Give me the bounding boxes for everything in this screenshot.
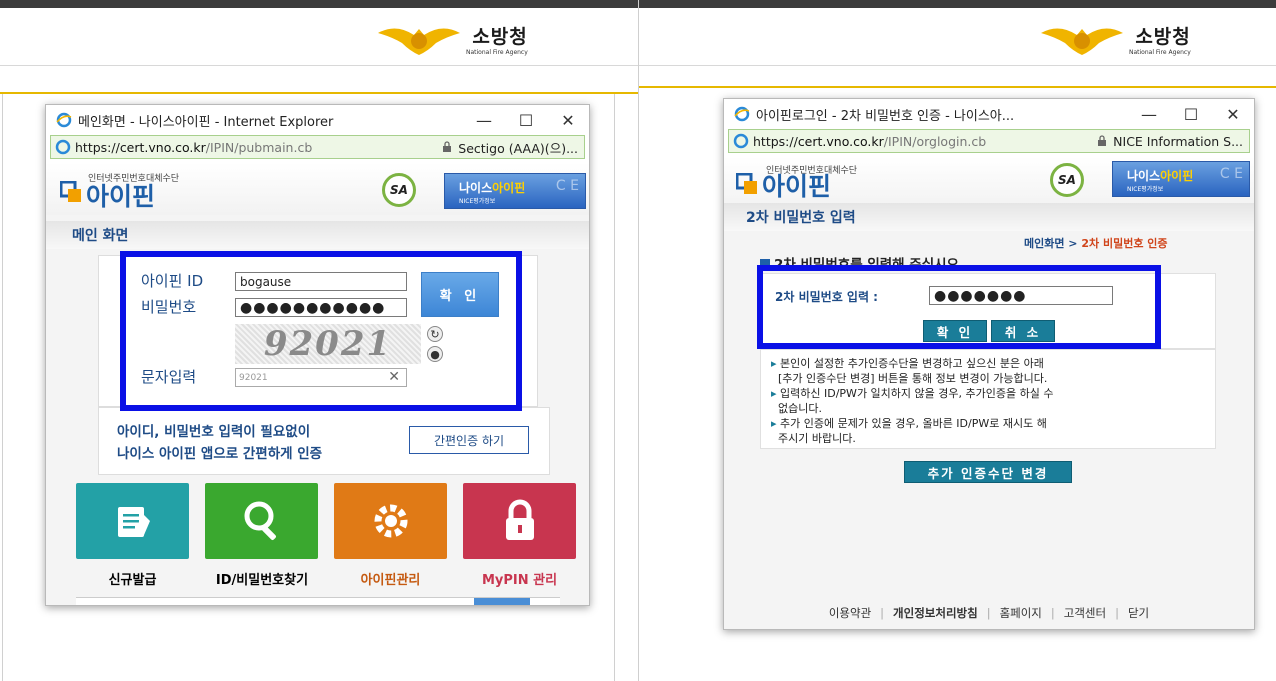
agency-logo: 소방청 National Fire Agency	[1039, 16, 1191, 62]
ipin-header: 인터넷주민번호대체수단 아이핀 SA 나이스아이핀 NICE평가정보 C E	[46, 163, 589, 215]
window-titlebar: 메인화면 - 나이스아이핀 - Internet Explorer — ☐ ✕	[46, 105, 589, 135]
footer-homepage[interactable]: 홈페이지	[991, 605, 1051, 621]
close-icon[interactable]: ✕	[1212, 105, 1254, 124]
padlock-icon	[443, 141, 452, 152]
page-border-right	[614, 94, 615, 681]
certificate-label: NICE Information S...	[1113, 133, 1243, 149]
notice-card: ▸ 본인이 설정한 추가인증수단을 변경하고 싶으신 분은 아래 [추가 인증수…	[760, 349, 1216, 449]
agency-name: 소방청	[1135, 26, 1191, 48]
nice-ipin-banner: 나이스아이핀 NICE평가정보 C E	[444, 173, 586, 209]
url-text: https://cert.vno.co.kr/IPIN/orglogin.cb	[753, 133, 987, 149]
sub-header-bar	[0, 66, 638, 94]
tile-new-issue[interactable]	[76, 483, 189, 559]
footer-terms[interactable]: 이용약관	[820, 605, 880, 621]
section-title: 2차 비밀번호 입력	[724, 203, 1254, 231]
simple-auth-promo: 아이디, 비밀번호 입력이 필요없이 나이스 아이핀 앱으로 간편하게 인증 간…	[98, 407, 550, 475]
highlight-box	[757, 265, 1161, 349]
tile-id-password-find[interactable]	[205, 483, 318, 559]
footer-links: 이용약관 | 개인정보처리방침 | 홈페이지 | 고객센터 | 닫기	[724, 599, 1254, 627]
agency-header: 소방청 National Fire Agency	[0, 8, 638, 66]
ipin-logo-icon	[60, 181, 81, 202]
minimize-icon[interactable]: —	[1128, 105, 1170, 124]
eagle-emblem-icon	[1041, 28, 1123, 55]
ie-page-icon	[733, 133, 749, 149]
window-title: 메인화면 - 나이스아이핀 - Internet Explorer	[78, 114, 334, 130]
promo-line-1: 아이디, 비밀번호 입력이 필요없이	[117, 424, 311, 440]
bottom-notice-strip	[76, 597, 560, 605]
ie-page-icon	[55, 139, 71, 155]
address-bar[interactable]: https://cert.vno.co.kr/IPIN/pubmain.cb S…	[50, 135, 585, 159]
ie-logo-icon	[56, 112, 72, 128]
breadcrumb-current: 2차 비밀번호 인증	[1081, 237, 1168, 250]
top-dark-bar	[0, 0, 638, 8]
agency-logo: 소방청 National Fire Agency	[376, 16, 528, 62]
ipin-logo-icon	[736, 173, 757, 194]
gear-icon	[374, 504, 407, 538]
window-titlebar: 아이핀로그인 - 2차 비밀번호 인증 - 나이스아... — ☐ ✕	[724, 99, 1254, 129]
tile-label-id-find: ID/비밀번호찾기	[215, 573, 309, 588]
ie-window-second-auth: 아이핀로그인 - 2차 비밀번호 인증 - 나이스아... — ☐ ✕ http…	[723, 98, 1255, 630]
agency-english-name: National Fire Agency	[1129, 49, 1191, 56]
top-dark-bar	[639, 0, 1276, 8]
breadcrumb: 메인화면 > 2차 비밀번호 인증	[1024, 235, 1168, 251]
tile-ipin-manage[interactable]	[334, 483, 447, 559]
maximize-icon[interactable]: ☐	[1170, 105, 1212, 124]
page-border-left	[2, 94, 3, 681]
search-icon	[244, 501, 276, 540]
highlight-box	[120, 251, 522, 411]
maximize-icon[interactable]: ☐	[505, 111, 547, 130]
nice-ipin-banner: 나이스아이핀 NICE평가정보 C E	[1112, 161, 1250, 197]
agency-english-name: National Fire Agency	[466, 49, 528, 56]
certificate-label: Sectigo (AAA)(으)...	[458, 140, 578, 156]
agency-name: 소방청	[472, 26, 528, 48]
bottom-strip-button[interactable]	[474, 598, 530, 605]
right-screenshot-panel: 소방청 National Fire Agency 아이핀로그인 - 2차 비밀번…	[638, 0, 1276, 681]
ipin-content: 인터넷주민번호대체수단 아이핀 SA 나이스아이핀 NICE평가정보 C E 2…	[724, 157, 1254, 629]
lock-icon	[505, 499, 534, 540]
ipin-logo-text: 아이핀	[86, 182, 156, 211]
address-bar[interactable]: https://cert.vno.co.kr/IPIN/orglogin.cb …	[728, 129, 1250, 153]
agency-header: 소방청 National Fire Agency	[639, 8, 1276, 66]
url-text: https://cert.vno.co.kr/IPIN/pubmain.cb	[75, 139, 313, 155]
document-icon	[117, 507, 150, 537]
notice-text: ▸ 본인이 설정한 추가인증수단을 변경하고 싶으신 분은 아래 [추가 인증수…	[771, 357, 1054, 445]
breadcrumb-home[interactable]: 메인화면 >	[1024, 237, 1081, 250]
sub-header-bar	[639, 60, 1276, 88]
window-title: 아이핀로그인 - 2차 비밀번호 인증 - 나이스아...	[756, 108, 1015, 124]
simple-auth-button[interactable]: 간편인증 하기	[409, 426, 529, 454]
tile-label-ipin-manage: 아이핀관리	[360, 573, 421, 588]
tile-label-new-issue: 신규발급	[108, 573, 157, 588]
change-auth-method-button[interactable]: 추가 인증수단 변경	[904, 461, 1072, 483]
tile-mypin-manage[interactable]	[463, 483, 576, 559]
ie-logo-icon	[734, 106, 750, 122]
left-screenshot-panel: 소방청 National Fire Agency 메인화면 - 나이스아이핀 -…	[0, 0, 638, 681]
tile-label-mypin-manage: MyPIN 관리	[481, 573, 558, 588]
padlock-icon	[1098, 135, 1107, 146]
close-icon[interactable]: ✕	[547, 111, 589, 130]
section-title: 메인 화면	[46, 221, 589, 249]
sa-badge-icon: SA	[1050, 163, 1084, 197]
minimize-icon[interactable]: —	[463, 111, 505, 130]
ipin-logo-text: 아이핀	[762, 172, 832, 201]
ipin-header: 인터넷주민번호대체수단 아이핀 SA 나이스아이핀 NICE평가정보 C E	[724, 157, 1254, 209]
footer-privacy[interactable]: 개인정보처리방침	[884, 605, 987, 621]
eagle-emblem-icon	[378, 28, 460, 55]
footer-close[interactable]: 닫기	[1119, 605, 1158, 621]
promo-line-2: 나이스 아이핀 앱으로 간편하게 인증	[117, 446, 323, 462]
footer-customer-center[interactable]: 고객센터	[1055, 605, 1115, 621]
sa-badge-icon: SA	[382, 173, 416, 207]
